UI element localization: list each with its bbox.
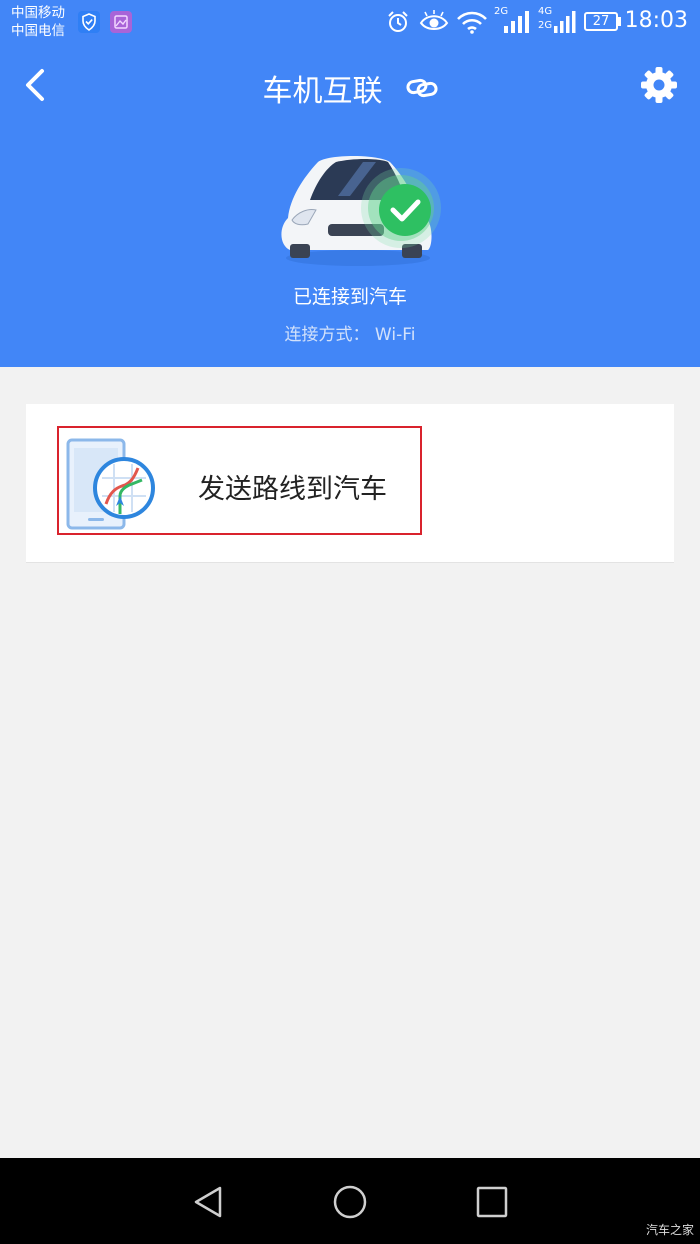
system-nav-bar: 汽车之家 — [0, 1158, 700, 1244]
header: 中国移动 中国电信 2G 4G 2G 27 18:03 车机互联 已连接到汽车 … — [0, 0, 700, 367]
network-2g-b: 2G — [538, 20, 553, 31]
send-route-card[interactable]: 发送路线到汽车 — [26, 404, 674, 563]
recents-square-icon[interactable] — [472, 1182, 512, 1222]
status-bar: 中国移动 中国电信 2G 4G 2G 27 18:03 — [0, 0, 700, 44]
alarm-icon — [388, 11, 408, 32]
carrier-info: 中国移动 中国电信 — [11, 4, 65, 40]
send-route-label[interactable]: 发送路线到汽车 — [198, 467, 387, 506]
shield-icon — [78, 11, 100, 33]
connection-method: 连接方式： Wi-Fi — [284, 325, 416, 345]
title-wrap: 车机互联 — [0, 66, 700, 110]
wifi-icon — [457, 11, 487, 34]
car-illustration — [281, 156, 441, 266]
clock: 18:03 — [624, 8, 688, 33]
home-circle-icon[interactable] — [330, 1182, 370, 1222]
gear-icon[interactable] — [640, 66, 678, 104]
back-triangle-icon[interactable] — [188, 1182, 228, 1222]
page-title: 车机互联 — [262, 74, 383, 109]
battery-level: 27 — [592, 14, 610, 29]
connection-status: 已连接到汽车 — [292, 286, 407, 308]
signal-icon — [554, 11, 576, 33]
battery-icon: 27 — [584, 12, 618, 31]
network-4g: 4G — [538, 6, 553, 17]
signal-icon — [504, 11, 529, 33]
link-icon[interactable] — [406, 77, 438, 99]
battery-tip — [618, 17, 621, 26]
eye-icon — [419, 10, 449, 30]
watermark: 汽车之家 — [645, 1223, 694, 1237]
gallery-icon — [110, 11, 132, 33]
carrier-1: 中国移动 — [11, 5, 65, 21]
route-map-icon — [66, 438, 155, 530]
navbar: 车机互联 — [0, 50, 700, 122]
carrier-2: 中国电信 — [11, 23, 65, 39]
